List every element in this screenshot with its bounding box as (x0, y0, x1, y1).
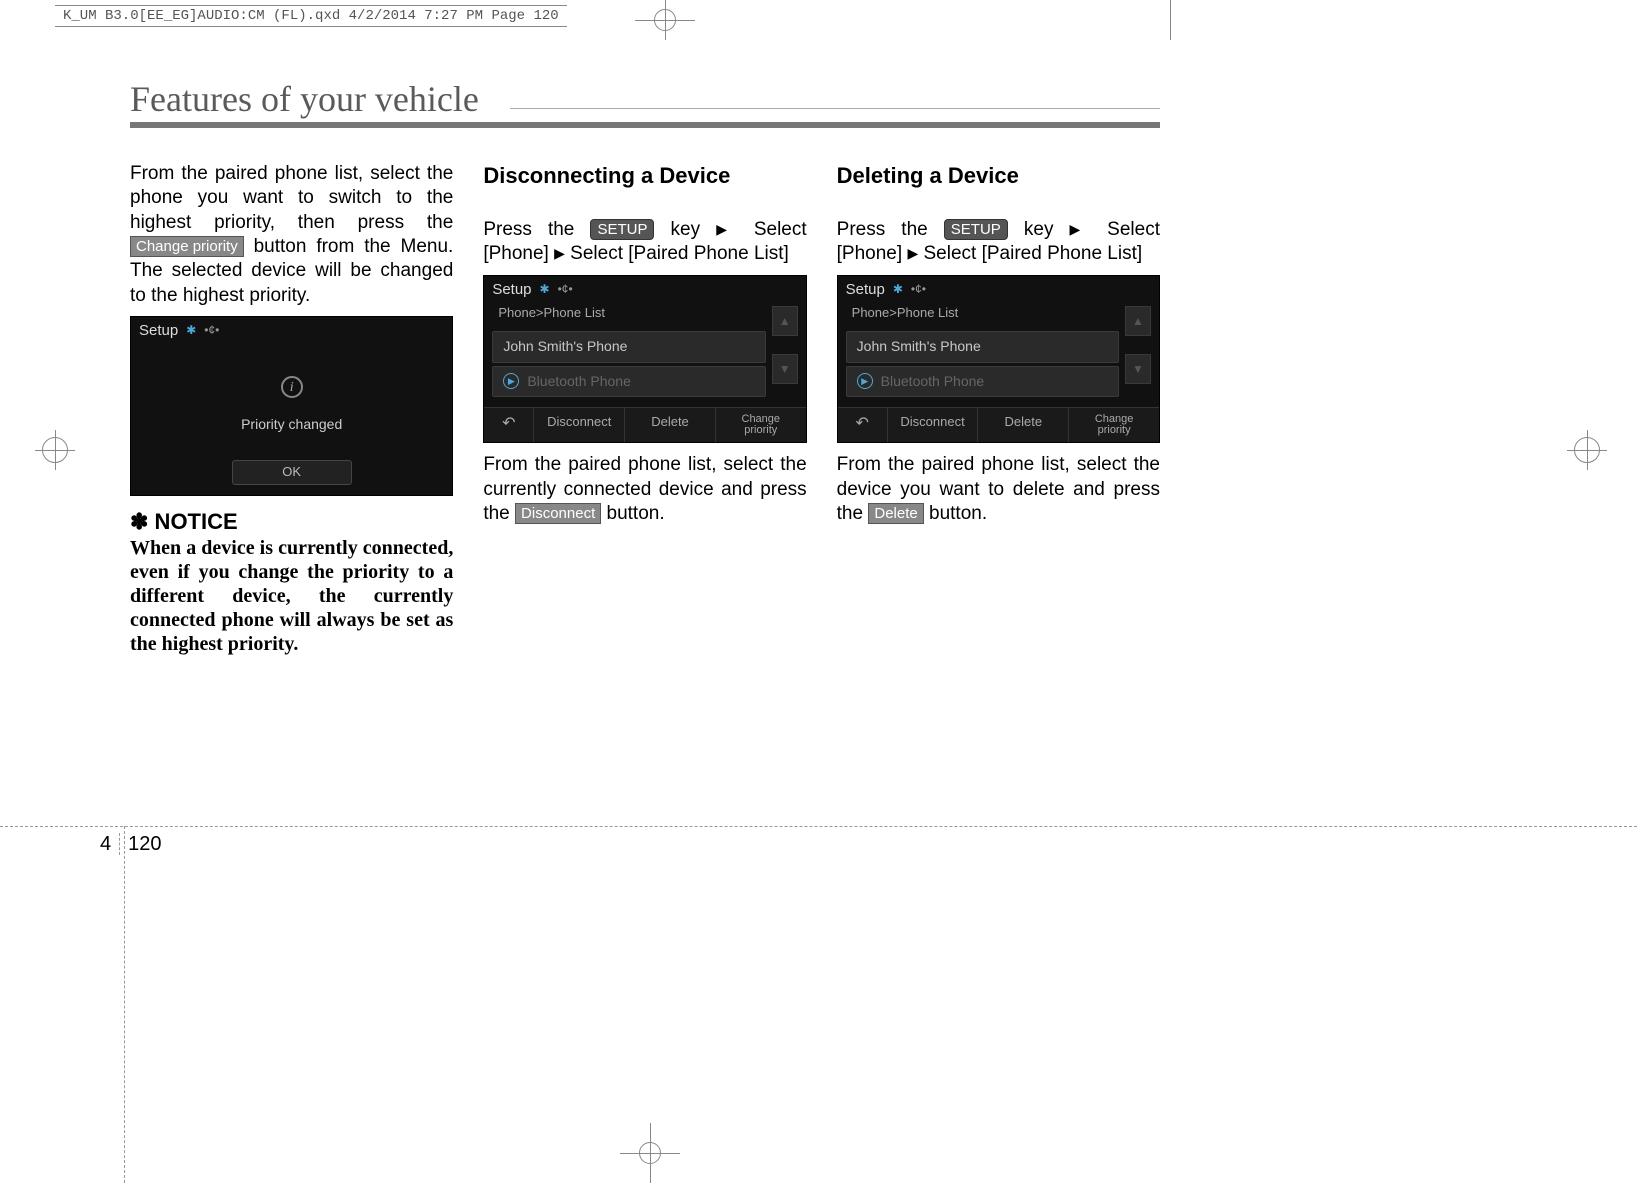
triangle-icon: ▶ (716, 221, 738, 237)
page-number-value: 120 (119, 833, 161, 855)
col3-l1d: Select [Paired Phone List] (924, 243, 1143, 264)
shot2-header: Setup ✱ •¢• (484, 276, 805, 303)
trim-line-horizontal (0, 826, 1637, 827)
scroll-arrows: ▲ ▼ (772, 306, 798, 384)
list-item[interactable]: John Smith's Phone (492, 331, 765, 363)
shot1-header: Setup ✱ •¢• (131, 317, 452, 344)
setup-key-label: SETUP (590, 219, 654, 240)
col2-after-b: button. (607, 503, 665, 524)
notice-label: NOTICE (148, 509, 237, 534)
notice-heading: ✽ NOTICE (130, 508, 453, 536)
list-item-label: John Smith's Phone (857, 338, 981, 356)
bluetooth-icon: ✱ (540, 282, 550, 297)
scroll-up-button[interactable]: ▲ (772, 306, 798, 336)
disconnect-button-label: Disconnect (515, 503, 601, 524)
col1-para1a: From the paired phone list, select the p… (130, 163, 453, 233)
trim-mark-right (1170, 0, 1171, 40)
scroll-arrows: ▲ ▼ (1125, 306, 1151, 384)
list-item[interactable]: John Smith's Phone (846, 331, 1119, 363)
print-slug: K_UM B3.0[EE_EG]AUDIO:CM (FL).qxd 4/2/20… (55, 5, 567, 27)
notice-asterisk-icon: ✽ (130, 509, 148, 534)
screenshot-phone-list-delete: Setup ✱ •¢• Phone>Phone List John Smith'… (837, 275, 1160, 444)
shot1-title: Setup (139, 321, 178, 340)
trim-line-vertical (124, 826, 125, 1183)
ok-button[interactable]: OK (232, 460, 352, 485)
list-item[interactable]: ▶ Bluetooth Phone (492, 366, 765, 398)
shot2-breadcrumb: Phone>Phone List (484, 303, 805, 328)
triangle-icon: ▶ (907, 245, 918, 261)
screenshot-phone-list-disconnect: Setup ✱ •¢• Phone>Phone List John Smith'… (483, 275, 806, 444)
footer-change-priority-button[interactable]: Change priority (716, 408, 806, 442)
bluetooth-icon: ✱ (186, 323, 196, 338)
col3-l1a: Press the (837, 219, 944, 240)
info-icon: i (281, 376, 303, 398)
delete-button-label: Delete (868, 503, 923, 524)
col3-after-b: button. (929, 503, 987, 524)
back-button[interactable]: ↶ (484, 408, 534, 442)
scroll-up-button[interactable]: ▲ (1125, 306, 1151, 336)
shot3-title: Setup (846, 280, 885, 299)
notice-body: When a device is currently connected, ev… (130, 536, 453, 656)
scroll-down-button[interactable]: ▼ (1125, 354, 1151, 384)
list-item-label: John Smith's Phone (503, 338, 627, 356)
col2-after: From the paired phone list, select the c… (483, 453, 806, 526)
chg2: priority (1098, 424, 1131, 436)
list-item-label: Bluetooth Phone (527, 373, 631, 391)
col1-paragraph: From the paired phone list, select the p… (130, 162, 453, 308)
change-priority-button-label: Change priority (130, 236, 244, 257)
footer-delete-button[interactable]: Delete (978, 408, 1069, 442)
list-item-label: Bluetooth Phone (881, 373, 985, 391)
col2-l1b: key (671, 219, 701, 240)
footer-disconnect-button[interactable]: Disconnect (888, 408, 979, 442)
column-3: Deleting a Device Press the SETUP key ▶ … (837, 162, 1160, 656)
setup-key-label: SETUP (944, 219, 1008, 240)
page-number: 4120 (100, 833, 162, 856)
page-title: Features of your vehicle (130, 78, 479, 120)
title-rule-thick (130, 122, 1160, 128)
shot1-body: i Priority changed (131, 344, 452, 452)
registration-mark-left (35, 430, 75, 470)
col3-after: From the paired phone list, select the d… (837, 453, 1160, 526)
shot3-footer: ↶ Disconnect Delete Change priority (838, 407, 1159, 442)
triangle-icon: ▶ (554, 245, 565, 261)
chg2: priority (744, 424, 777, 436)
mute-icon: •¢• (204, 323, 219, 338)
screenshot-priority-changed: Setup ✱ •¢• i Priority changed OK (130, 316, 453, 496)
col2-l1d: Select [Paired Phone List] (570, 243, 789, 264)
col2-instruction: Press the SETUP key ▶ Select [Phone] ▶ S… (483, 218, 806, 267)
footer-disconnect-button[interactable]: Disconnect (534, 408, 625, 442)
shot2-title: Setup (492, 280, 531, 299)
body-columns: From the paired phone list, select the p… (130, 162, 1160, 656)
section-number: 4 (100, 833, 119, 855)
play-icon: ▶ (857, 373, 873, 389)
mute-icon: •¢• (911, 282, 926, 297)
list-item[interactable]: ▶ Bluetooth Phone (846, 366, 1119, 398)
mute-icon: •¢• (558, 282, 573, 297)
col2-heading: Disconnecting a Device (483, 162, 806, 190)
registration-mark-right (1567, 430, 1607, 470)
triangle-icon: ▶ (1070, 221, 1092, 237)
shot3-breadcrumb: Phone>Phone List (838, 303, 1159, 328)
footer-delete-button[interactable]: Delete (625, 408, 716, 442)
back-button[interactable]: ↶ (838, 408, 888, 442)
play-icon: ▶ (503, 373, 519, 389)
shot2-footer: ↶ Disconnect Delete Change priority (484, 407, 805, 442)
column-1: From the paired phone list, select the p… (130, 162, 453, 656)
crop-mark-top (635, 0, 695, 40)
col3-heading: Deleting a Device (837, 162, 1160, 190)
scroll-down-button[interactable]: ▼ (772, 354, 798, 384)
crop-mark-bottom (620, 1123, 680, 1183)
priority-changed-text: Priority changed (131, 416, 452, 434)
footer-change-priority-button[interactable]: Change priority (1069, 408, 1159, 442)
bluetooth-icon: ✱ (893, 282, 903, 297)
title-rule-thin (510, 108, 1160, 109)
col2-l1a: Press the (483, 219, 590, 240)
col3-instruction: Press the SETUP key ▶ Select [Phone] ▶ S… (837, 218, 1160, 267)
col3-l1b: key (1024, 219, 1054, 240)
column-2: Disconnecting a Device Press the SETUP k… (483, 162, 806, 656)
shot3-header: Setup ✱ •¢• (838, 276, 1159, 303)
